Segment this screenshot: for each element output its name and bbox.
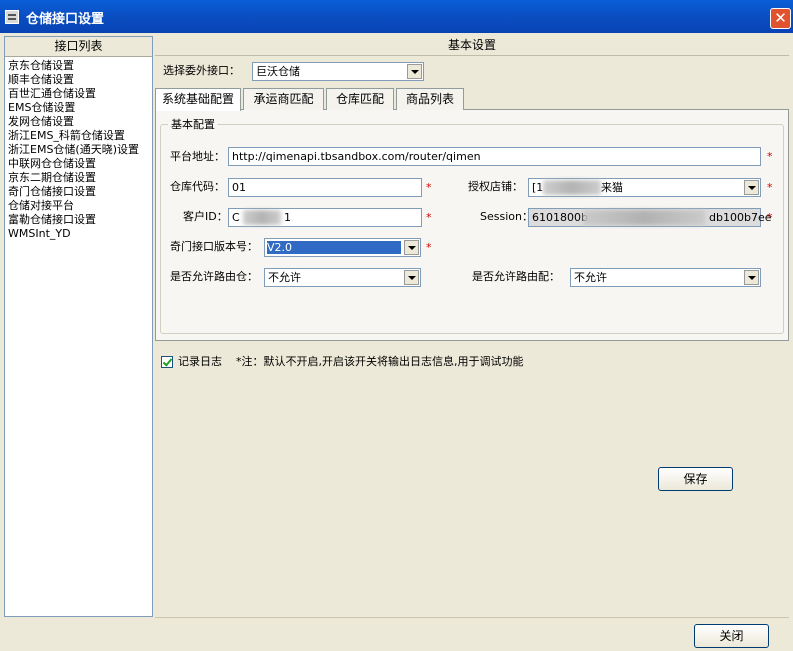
api-version-select[interactable]: V2.0 (264, 238, 421, 257)
customer-id-field[interactable]: C 1 (228, 208, 422, 227)
required-mark: * (767, 181, 773, 194)
log-note: *注：默认不开启,开启该开关将输出日志信息,用于调试功能 (236, 355, 524, 368)
required-mark: * (426, 181, 432, 194)
interface-list[interactable]: 接口列表 京东仓储设置 顺丰仓储设置 百世汇通仓储设置 EMS仓储设置 发网仓储… (4, 36, 153, 617)
list-item[interactable]: EMS仓储设置 (8, 101, 75, 115)
close-icon[interactable]: ✕ (770, 8, 791, 29)
required-mark: * (426, 241, 432, 254)
required-mark: * (767, 211, 773, 224)
redaction-blur (243, 210, 281, 225)
customer-id-value-start: C (232, 211, 240, 224)
list-item[interactable]: 奇门仓储接口设置 (8, 185, 96, 199)
log-checkbox[interactable] (161, 356, 173, 368)
customer-id-value-end: 1 (284, 211, 291, 224)
chevron-down-icon[interactable] (744, 270, 759, 285)
required-mark: * (767, 150, 773, 163)
session-value-start: 6101800b (532, 211, 588, 224)
route-warehouse-value: 不允许 (268, 271, 301, 284)
divider (155, 617, 789, 618)
route-match-label: 是否允许路由配： (472, 270, 560, 283)
basic-config-title: 基本配置 (168, 118, 218, 132)
platform-address-field[interactable]: http://qimenapi.tbsandbox.com/router/qim… (228, 147, 761, 166)
list-item[interactable]: WMSInt_YD (8, 227, 71, 241)
chevron-down-icon[interactable] (407, 64, 422, 79)
list-item[interactable]: 发网仓储设置 (8, 115, 74, 129)
chevron-down-icon[interactable] (404, 240, 419, 255)
auth-store-select[interactable]: [1 来猫 (528, 178, 761, 197)
tab-warehouse-match[interactable]: 仓库匹配 (326, 88, 394, 110)
platform-address-label: 平台地址： (170, 150, 225, 163)
api-version-label: 奇门接口版本号： (170, 240, 258, 253)
platform-address-value: http://qimenapi.tbsandbox.com/router/qim… (232, 150, 481, 163)
app-icon (5, 10, 19, 24)
auth-store-value-end: 来猫 (601, 181, 623, 194)
list-item[interactable]: 浙江EMS仓储(通天晓)设置 (8, 143, 139, 157)
list-item[interactable]: 仓储对接平台 (8, 199, 74, 213)
list-item[interactable]: 中联网仓仓储设置 (8, 157, 96, 171)
list-item[interactable]: 浙江EMS_科箭仓储设置 (8, 129, 125, 143)
redaction-blur (543, 180, 601, 195)
session-value-end: db100b7ee (709, 211, 772, 224)
auth-store-value-start: [1 (532, 181, 544, 194)
interface-select-value: 巨沃仓储 (256, 65, 300, 78)
interface-list-header: 接口列表 (5, 37, 152, 57)
list-item[interactable]: 京东仓储设置 (8, 59, 74, 73)
redaction-blur (583, 210, 705, 225)
customer-id-label: 客户ID： (183, 210, 228, 223)
save-button[interactable]: 保存 (658, 467, 733, 491)
chevron-down-icon[interactable] (404, 270, 419, 285)
close-button[interactable]: 关闭 (694, 624, 769, 648)
log-checkbox-label: 记录日志 (178, 355, 222, 368)
list-item[interactable]: 顺丰仓储设置 (8, 73, 74, 87)
list-item[interactable]: 百世汇通仓储设置 (8, 87, 96, 101)
route-match-value: 不允许 (574, 271, 607, 284)
tab-product-list[interactable]: 商品列表 (396, 88, 464, 110)
warehouse-code-field[interactable]: 01 (228, 178, 422, 197)
tab-system-config[interactable]: 系统基础配置 (155, 88, 241, 111)
interface-select[interactable]: 巨沃仓储 (252, 62, 424, 81)
tab-carrier-match[interactable]: 承运商匹配 (243, 88, 324, 110)
list-item[interactable]: 京东二期仓储设置 (8, 171, 96, 185)
auth-store-label: 授权店铺： (468, 180, 523, 193)
chevron-down-icon[interactable] (744, 180, 759, 195)
warehouse-code-label: 仓库代码： (170, 180, 225, 193)
required-mark: * (426, 211, 432, 224)
main-header: 基本设置 (155, 36, 789, 56)
warehouse-code-value: 01 (232, 181, 246, 194)
session-field[interactable]: 6101800b db100b7ee (528, 208, 771, 227)
route-warehouse-select[interactable]: 不允许 (264, 268, 421, 287)
api-version-value: V2.0 (267, 241, 401, 254)
list-item[interactable]: 富勒仓储接口设置 (8, 213, 96, 227)
route-match-select[interactable]: 不允许 (570, 268, 761, 287)
title-bar[interactable] (0, 0, 793, 33)
interface-select-label: 选择委外接口： (163, 64, 240, 77)
session-label: Session： (480, 210, 533, 223)
route-warehouse-label: 是否允许路由仓： (170, 270, 258, 283)
window-title: 仓储接口设置 (26, 12, 105, 27)
